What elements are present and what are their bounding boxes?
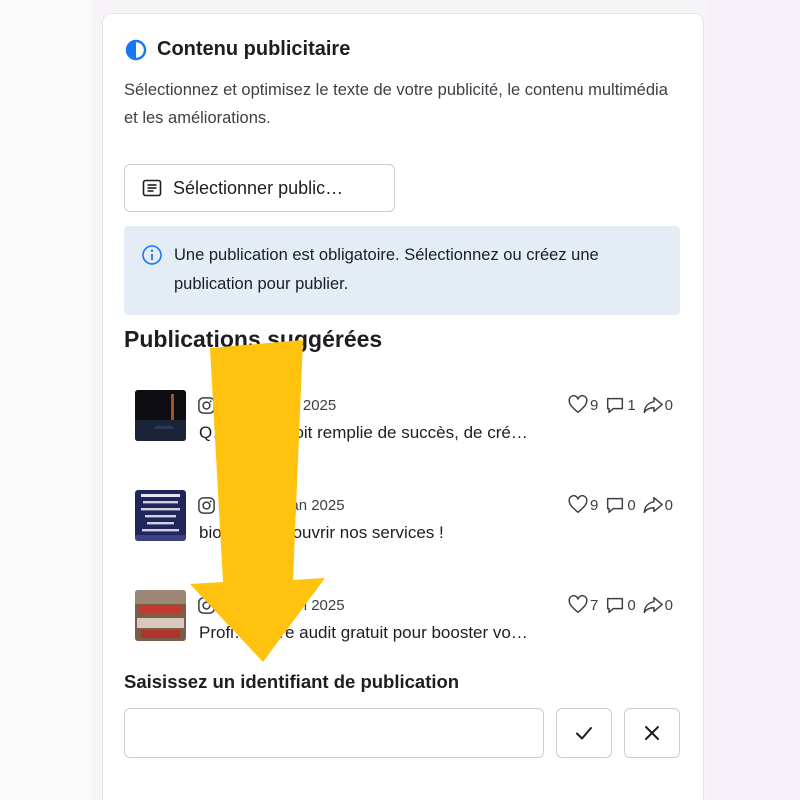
close-icon bbox=[645, 726, 659, 740]
instagram-icon bbox=[198, 497, 215, 514]
post-stats: 7 0 0 bbox=[561, 594, 673, 616]
shares-count: 0 bbox=[664, 396, 673, 414]
comment-icon bbox=[607, 597, 624, 614]
post-caption: Q… année soit remplie de succès, de cré… bbox=[199, 423, 528, 442]
instagram-icon bbox=[198, 597, 215, 614]
post-id-input[interactable] bbox=[124, 708, 544, 758]
post-date: Reel · 24 jan 2025 bbox=[222, 497, 345, 514]
comments-count: 0 bbox=[627, 496, 636, 514]
suggested-post-item[interactable]: Reel · 3 jan 2025 Q… année soit remplie … bbox=[135, 390, 685, 446]
heart-icon bbox=[568, 595, 588, 614]
section-description: Sélectionnez et optimisez le texte de vo… bbox=[124, 81, 668, 127]
comments-count: 0 bbox=[627, 596, 636, 614]
likes-count: 9 bbox=[589, 496, 599, 514]
heart-icon bbox=[568, 495, 588, 514]
share-icon bbox=[643, 496, 663, 514]
post-caption: bio pour découvrir nos services ! bbox=[199, 523, 444, 542]
instagram-icon bbox=[198, 397, 215, 414]
info-banner-text: Une publication est obligatoire. Sélecti… bbox=[174, 246, 599, 293]
suggested-posts-title: Publications suggérées bbox=[124, 326, 383, 352]
post-stats: 9 1 0 bbox=[561, 394, 673, 416]
post-caption: Profi… notre audit gratuit pour booster … bbox=[199, 623, 528, 642]
shares-count: 0 bbox=[664, 496, 673, 514]
likes-stat: 7 bbox=[567, 594, 598, 616]
shares-stat: 0 bbox=[642, 394, 673, 416]
shares-stat: 0 bbox=[642, 594, 673, 616]
info-banner: Une publication est obligatoire. Sélecti… bbox=[124, 226, 680, 315]
post-meta: Reel · 3 jan 2025 bbox=[197, 396, 336, 415]
section-header: Contenu publicitaire bbox=[125, 38, 350, 61]
post-meta: Reel · 28 jan 2025 bbox=[197, 596, 345, 615]
half-circle-icon bbox=[125, 39, 147, 60]
comments-stat: 1 bbox=[604, 394, 636, 416]
shares-count: 0 bbox=[664, 596, 673, 614]
post-thumbnail bbox=[135, 490, 186, 541]
info-icon bbox=[142, 245, 162, 265]
suggested-post-item[interactable]: Reel · 24 jan 2025 bio pour découvrir no… bbox=[135, 490, 685, 546]
post-id-label: Saisissez un identifiant de publication bbox=[124, 671, 460, 692]
likes-stat: 9 bbox=[567, 494, 598, 516]
cancel-button[interactable] bbox=[624, 708, 680, 758]
post-stats: 9 0 0 bbox=[561, 494, 673, 516]
comments-stat: 0 bbox=[604, 594, 636, 616]
comments-stat: 0 bbox=[604, 494, 636, 516]
ad-content-card: Contenu publicitaire Sélectionnez et opt… bbox=[103, 14, 703, 800]
comment-icon bbox=[607, 497, 624, 514]
likes-stat: 9 bbox=[567, 394, 598, 416]
post-date: Reel · 28 jan 2025 bbox=[222, 597, 345, 614]
share-icon bbox=[643, 596, 663, 614]
post-thumbnail bbox=[135, 390, 186, 441]
document-list-icon bbox=[142, 179, 162, 197]
comment-icon bbox=[607, 397, 624, 414]
post-meta: Reel · 24 jan 2025 bbox=[197, 496, 345, 515]
confirm-button[interactable] bbox=[556, 708, 612, 758]
share-icon bbox=[643, 396, 663, 414]
page-background-left bbox=[0, 0, 92, 800]
likes-count: 9 bbox=[589, 396, 599, 414]
post-thumbnail bbox=[135, 590, 186, 641]
likes-count: 7 bbox=[589, 596, 599, 614]
suggested-post-item[interactable]: Reel · 28 jan 2025 Profi… notre audit gr… bbox=[135, 590, 685, 646]
select-publication-label: Sélectionner public… bbox=[173, 177, 344, 198]
shares-stat: 0 bbox=[642, 494, 673, 516]
comments-count: 1 bbox=[627, 396, 636, 414]
checkmark-icon bbox=[576, 727, 592, 740]
select-publication-button[interactable]: Sélectionner public… bbox=[124, 164, 395, 212]
heart-icon bbox=[568, 395, 588, 414]
page-background-right bbox=[708, 0, 800, 800]
post-date: Reel · 3 jan 2025 bbox=[222, 397, 337, 414]
section-title: Contenu publicitaire bbox=[157, 38, 351, 60]
